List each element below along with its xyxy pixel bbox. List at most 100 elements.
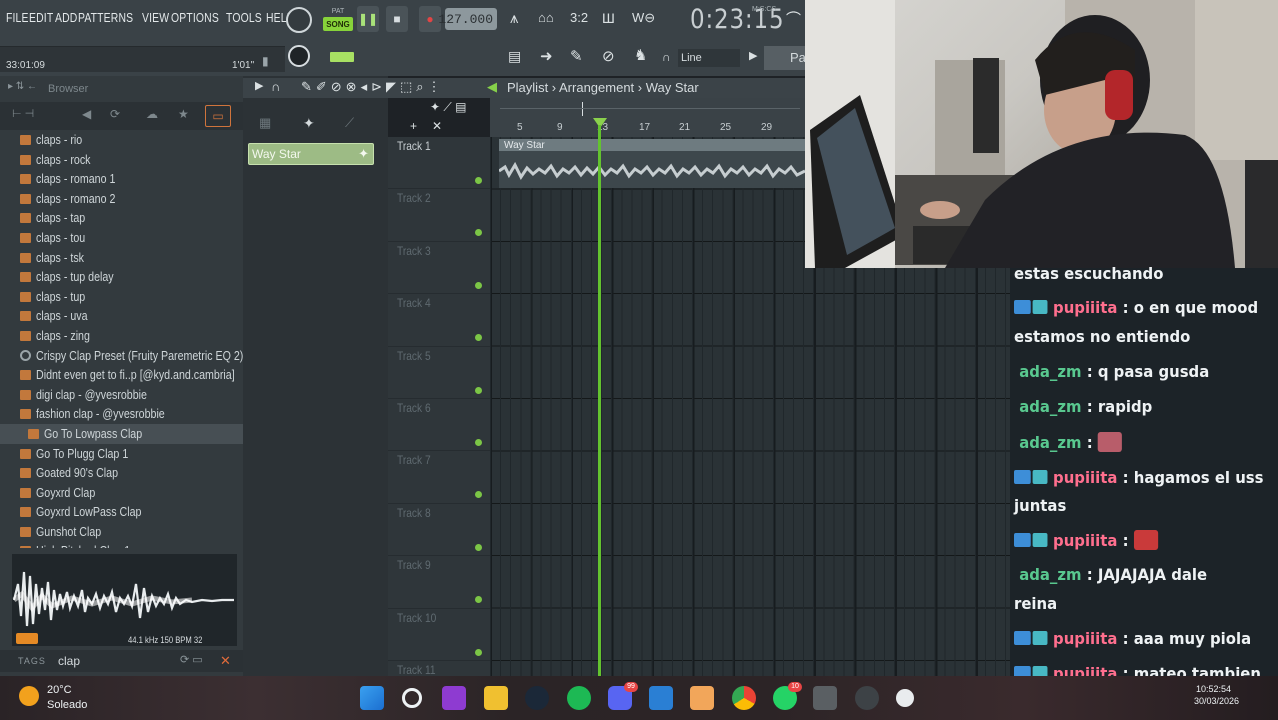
track-mute-led[interactable] <box>475 648 482 656</box>
chrome-icon[interactable] <box>732 686 756 710</box>
track-mute-led[interactable] <box>475 543 482 551</box>
onenote-icon[interactable] <box>442 686 466 710</box>
chat-username[interactable]: pupiiita <box>1053 629 1117 648</box>
browser-item[interactable]: Gunshot Clap <box>0 522 243 542</box>
sample-waveform-preview[interactable] <box>12 554 237 646</box>
track-mute-led[interactable] <box>475 334 482 342</box>
tags-search-input[interactable]: clap <box>58 654 80 668</box>
browser-item[interactable]: claps - romano 2 <box>0 189 243 209</box>
loop-record-icon[interactable]: W⊖ <box>632 11 655 24</box>
search-icon[interactable] <box>402 688 422 708</box>
add-track-icon[interactable]: + <box>410 120 417 132</box>
browser-item[interactable]: Crispy Clap Preset (Fruity Paremetric EQ… <box>0 346 243 366</box>
chat-username[interactable]: ada_zm <box>1019 362 1081 381</box>
browser-item[interactable]: claps - tup delay <box>0 267 243 287</box>
chat-username[interactable]: ada_zm <box>1019 433 1081 452</box>
browser-item[interactable]: claps - tup <box>0 287 243 307</box>
sync-icon[interactable]: ⟳ <box>110 108 120 120</box>
track-mute-led[interactable] <box>475 281 482 289</box>
back-icon[interactable]: ◀ <box>82 108 91 120</box>
weather-description[interactable]: Soleado <box>47 699 87 711</box>
scroll-track[interactable] <box>500 108 800 109</box>
collapse-icon[interactable]: ⊢ ⊣ <box>12 109 34 120</box>
magnet-icon[interactable]: ∩ <box>662 51 671 63</box>
loop-marker[interactable] <box>582 102 583 116</box>
chat-username[interactable]: pupiiita <box>1053 531 1117 550</box>
vscode-icon[interactable] <box>649 686 673 710</box>
menu-view[interactable]: VIEW <box>142 10 169 25</box>
pause-button[interactable]: ❚❚ <box>357 6 379 32</box>
track-header[interactable]: Track 10 <box>388 609 490 661</box>
chat-username[interactable]: pupiiita <box>1053 468 1117 487</box>
playlist-tools-icon[interactable]: ✎✐⊘⊗◂⊳◤⬚⌕⋮ <box>301 80 445 93</box>
folder-filter-icon[interactable]: ▭ <box>205 105 231 127</box>
playlist-arrow-icon[interactable]: ◀ <box>487 80 497 93</box>
browser-item[interactable]: claps - rock <box>0 150 243 170</box>
master-volume-knob[interactable] <box>286 7 312 33</box>
weather-sun-icon[interactable] <box>19 686 39 706</box>
fl-studio-icon[interactable] <box>690 686 714 710</box>
browser-item[interactable]: digi clap - @yvesrobbie <box>0 385 243 405</box>
spotify-icon[interactable] <box>567 686 591 710</box>
track-header[interactable]: Track 2 <box>388 189 490 242</box>
picker-move-icon[interactable]: ✦ <box>303 116 315 130</box>
pin-icon[interactable]: ▮ <box>262 55 269 67</box>
picker-piano-icon[interactable]: ▦ <box>259 116 271 129</box>
menu-patterns[interactable]: PATTERNS <box>78 10 133 25</box>
track-header[interactable]: Track 8 <box>388 504 490 557</box>
browser-item[interactable]: Go To Plugg Clap 1 <box>0 444 243 464</box>
track-header[interactable]: Track 9 <box>388 556 490 609</box>
browser-item[interactable]: claps - zing <box>0 326 243 346</box>
browser-item[interactable]: claps - romano 1 <box>0 169 243 189</box>
steam-icon[interactable] <box>525 686 549 710</box>
menu-tools[interactable]: TOOLS <box>226 10 262 25</box>
picker-brush-icon[interactable]: ⟋ <box>345 116 354 129</box>
pattern-way-star[interactable]: Way Star ✦ <box>248 143 374 165</box>
playlist-magnet-icon[interactable]: ∩ <box>271 80 280 93</box>
snap-select[interactable]: Line <box>678 49 740 67</box>
playhead-line[interactable] <box>598 125 601 677</box>
chat-username[interactable]: pupiiita <box>1053 298 1117 317</box>
menu-options[interactable]: OPTIONS <box>171 10 219 25</box>
song-mode-toggle[interactable]: SONG <box>323 17 353 31</box>
track-header[interactable]: Track 7 <box>388 451 490 504</box>
track-header[interactable]: Track 3 <box>388 242 490 295</box>
ruler-tools-icon[interactable]: ✦ ⟋ ▤ <box>430 101 466 113</box>
tempo-display[interactable]: 127.000 <box>438 8 497 30</box>
piano-roll-icon[interactable]: ▤ <box>508 49 521 63</box>
obs-icon[interactable] <box>855 686 879 710</box>
track-mute-led[interactable] <box>475 596 482 604</box>
track-header[interactable]: Track 4 <box>388 294 490 347</box>
track-mute-led[interactable] <box>475 177 482 184</box>
chat-username[interactable]: ada_zm <box>1019 565 1081 584</box>
play-arrow-icon[interactable]: ▶ <box>749 51 757 62</box>
step-edit-icon[interactable]: Ш <box>602 11 615 25</box>
track-header[interactable]: Track 5 <box>388 347 490 399</box>
weather-temperature[interactable]: 20°C <box>47 684 72 696</box>
browser-item[interactable]: Didnt even get to fi..p [@kyd.and.cambri… <box>0 365 243 385</box>
playlist-menu-icon[interactable]: ▶ <box>255 81 263 92</box>
browser-item[interactable]: High Pitched Clap 1 <box>0 541 243 548</box>
browser-item[interactable]: Goyxrd LowPass Clap <box>0 502 243 522</box>
track-mute-led[interactable] <box>475 229 482 237</box>
countdown-icon[interactable]: 3:2 <box>570 11 588 24</box>
draw-icon[interactable]: ✎ <box>570 49 583 64</box>
tray-date[interactable]: 30/03/2026 <box>1194 696 1239 706</box>
link-icon[interactable]: ⊘ <box>602 49 615 64</box>
preview-play-icon[interactable] <box>16 633 38 644</box>
tray-time[interactable]: 10:52:54 <box>1196 684 1231 694</box>
wait-input-icon[interactable]: ⌂⌂ <box>538 11 554 24</box>
browser-item[interactable]: claps - uva <box>0 306 243 326</box>
menu-file[interactable]: FILE <box>6 10 29 25</box>
browser-menu-icon[interactable]: ▸ ⇅ ← <box>8 82 37 92</box>
track-mute-led[interactable] <box>475 439 482 446</box>
browser-item[interactable]: claps - tsk <box>0 248 243 268</box>
start-icon[interactable] <box>360 686 384 710</box>
menu-edit[interactable]: EDIT <box>29 10 53 25</box>
stop-button[interactable]: ■ <box>386 6 408 32</box>
browser-item[interactable]: claps - tou <box>0 228 243 248</box>
remove-track-icon[interactable]: ✕ <box>432 120 442 132</box>
browser-item[interactable]: claps - tap <box>0 208 243 228</box>
browser-item[interactable]: Go To Lowpass Clap <box>0 423 243 444</box>
clear-tags-icon[interactable]: ✕ <box>220 653 231 669</box>
